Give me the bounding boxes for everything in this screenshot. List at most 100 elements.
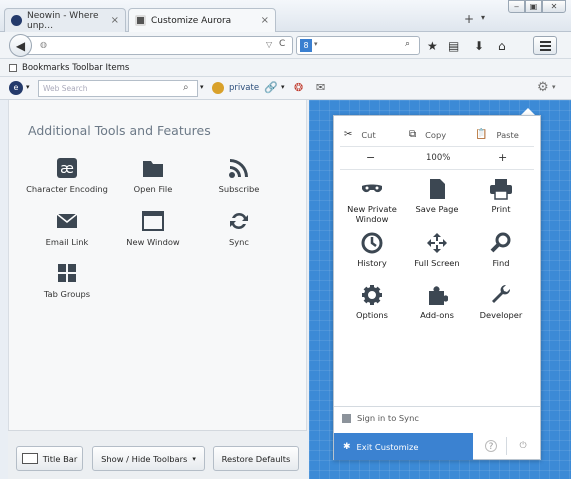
divider bbox=[506, 437, 507, 455]
zoom-in-button[interactable]: + bbox=[498, 151, 507, 164]
palette-item-new-window[interactable]: New Window bbox=[109, 210, 197, 247]
palette-item-tab-groups[interactable]: Tab Groups bbox=[23, 262, 111, 299]
puzzle-icon bbox=[404, 284, 470, 306]
home-icon[interactable]: ⌂ bbox=[498, 39, 506, 53]
paste-label: Paste bbox=[496, 129, 519, 140]
panel-item-label: Options bbox=[355, 310, 388, 320]
paste-button[interactable]: 📋 Paste bbox=[475, 129, 519, 140]
panel-item-label: History bbox=[357, 258, 387, 268]
gear-icon[interactable]: ⚙ bbox=[537, 80, 549, 95]
palette-item-open-file[interactable]: Open File bbox=[109, 157, 197, 194]
panel-item-add-ons[interactable]: Add-ons bbox=[404, 284, 470, 320]
zoom-out-button[interactable]: − bbox=[366, 151, 375, 164]
site-identity-icon: ◍ bbox=[40, 40, 47, 49]
restore-button[interactable]: ▣ bbox=[525, 0, 542, 13]
addon-dropdown-icon[interactable]: ▾ bbox=[26, 83, 30, 91]
palette-item-sync[interactable]: Sync bbox=[195, 210, 283, 247]
folder-icon bbox=[109, 157, 197, 179]
help-icon[interactable]: ? bbox=[485, 440, 497, 452]
bookmarks-menu-icon[interactable]: ▤ bbox=[448, 39, 459, 53]
title-bar-button[interactable]: Title Bar bbox=[16, 446, 83, 471]
new-tab-button[interactable]: + bbox=[464, 12, 474, 26]
panel-item-label: Print bbox=[491, 204, 511, 214]
list-tabs-button[interactable]: ▾ bbox=[481, 13, 485, 22]
bookmarks-toolbar-items[interactable]: Bookmarks Toolbar Items bbox=[22, 63, 129, 73]
addon-toolbar: e ▾ Web Search ⌕ ▾ private 🔗 ▾ ❂ ✉ ⚙ ▾ bbox=[0, 77, 571, 100]
panel-item-find[interactable]: Find bbox=[468, 232, 534, 268]
gear-dropdown-icon[interactable]: ▾ bbox=[552, 83, 556, 91]
panel-item-label: Add-ons bbox=[420, 310, 454, 320]
bookmarks-icon bbox=[9, 63, 17, 72]
copy-button[interactable]: ⧉ Copy bbox=[409, 129, 446, 140]
close-window-button[interactable]: ✕ bbox=[542, 0, 566, 13]
private-button[interactable]: private bbox=[229, 83, 259, 93]
toolbars-label: Show / Hide Toolbars bbox=[101, 453, 188, 464]
palette-item-email-link[interactable]: Email Link bbox=[23, 210, 111, 247]
copy-icon: ⧉ bbox=[409, 129, 417, 140]
tab-neowin[interactable]: Neowin - Where unp… × bbox=[4, 8, 126, 32]
search-icon[interactable]: ⌕ bbox=[405, 39, 410, 49]
gear-icon bbox=[339, 284, 405, 306]
sign-in-label: Sign in to Sync bbox=[357, 413, 419, 423]
panel-item-label: New Private Window bbox=[347, 204, 397, 224]
customize-footer: Title Bar Show / Hide Toolbars ▾ Restore… bbox=[8, 430, 307, 479]
back-button[interactable]: ◀ bbox=[9, 34, 32, 57]
rss-icon bbox=[195, 157, 283, 179]
web-search-dropdown-icon[interactable]: ▾ bbox=[200, 83, 204, 91]
panel-item-label: Full Screen bbox=[414, 258, 460, 268]
search-engine-dropdown-icon[interactable]: ▾ bbox=[314, 40, 318, 48]
panel-item-print[interactable]: Print bbox=[468, 178, 534, 214]
tab-title: Neowin - Where unp… bbox=[27, 10, 99, 31]
close-tab-icon[interactable]: × bbox=[111, 15, 119, 26]
web-search-input[interactable]: Web Search bbox=[38, 80, 198, 97]
checkbox-icon bbox=[21, 453, 38, 464]
sign-in-to-sync-button[interactable]: Sign in to Sync bbox=[342, 413, 419, 423]
downloads-icon[interactable]: ⬇ bbox=[474, 39, 484, 53]
navigation-bar: ◍ ▽ C ◀ 8 ▾ ⌕ ★ ▤ ⬇ ⌂ bbox=[0, 32, 571, 59]
cut-button[interactable]: ✂ Cut bbox=[344, 129, 376, 140]
envelope-icon bbox=[23, 210, 111, 232]
web-search-icon[interactable]: ⌕ bbox=[183, 82, 189, 93]
url-bar[interactable]: ◍ ▽ C bbox=[13, 36, 293, 55]
quit-icon[interactable]: ⏻ bbox=[517, 440, 529, 452]
printer-icon bbox=[468, 178, 534, 200]
divider bbox=[340, 169, 534, 170]
minimize-button[interactable]: ‒ bbox=[508, 0, 525, 13]
extension-icon[interactable]: ❂ bbox=[294, 81, 303, 94]
restore-defaults-button[interactable]: Restore Defaults bbox=[213, 446, 299, 471]
menu-button[interactable] bbox=[533, 36, 557, 55]
panel-item-label: Developer bbox=[479, 310, 523, 320]
panel-item-full-screen[interactable]: Full Screen bbox=[404, 232, 470, 268]
clock-icon bbox=[339, 232, 405, 254]
mail-icon[interactable]: ✉ bbox=[316, 81, 325, 94]
tab-strip: Neowin - Where unp… × Customize Aurora ×… bbox=[0, 0, 571, 32]
search-engine-icon[interactable]: 8 bbox=[300, 39, 312, 52]
palette-item-label: Open File bbox=[133, 184, 173, 194]
panel-item-options[interactable]: Options bbox=[339, 284, 405, 320]
page-icon bbox=[404, 178, 470, 200]
palette-item-label: Character Encoding bbox=[26, 184, 108, 194]
palette-item-subscribe[interactable]: Subscribe bbox=[195, 157, 283, 194]
zoom-level[interactable]: 100% bbox=[426, 153, 450, 163]
tab-customize[interactable]: Customize Aurora × bbox=[128, 8, 276, 32]
title-bar-label: Title Bar bbox=[42, 453, 78, 464]
panel-item-history[interactable]: History bbox=[339, 232, 405, 268]
grid-icon bbox=[23, 262, 111, 284]
customize-favicon-icon bbox=[135, 15, 146, 26]
close-tab-icon[interactable]: × bbox=[261, 15, 269, 26]
bookmark-star-icon[interactable]: ★ bbox=[427, 39, 438, 53]
link-icon[interactable]: 🔗 bbox=[264, 81, 278, 94]
show-hide-toolbars-button[interactable]: Show / Hide Toolbars ▾ bbox=[92, 446, 205, 471]
link-dropdown-icon[interactable]: ▾ bbox=[281, 83, 285, 91]
exit-customize-button[interactable]: ✱ Exit Customize bbox=[334, 433, 473, 460]
url-dropdown-icon[interactable]: ▽ bbox=[266, 40, 272, 49]
panel-item-developer[interactable]: Developer bbox=[468, 284, 534, 320]
divider bbox=[340, 146, 534, 147]
search-bar[interactable]: 8 ▾ ⌕ bbox=[296, 36, 420, 55]
reload-icon[interactable]: C bbox=[279, 39, 285, 49]
panel-item-new-private-window[interactable]: New Private Window bbox=[339, 178, 405, 224]
palette-item-character-encoding[interactable]: æ Character Encoding bbox=[23, 157, 111, 194]
addon-logo-icon[interactable]: e bbox=[9, 81, 23, 95]
window-icon bbox=[109, 210, 197, 232]
panel-item-save-page[interactable]: Save Page bbox=[404, 178, 470, 214]
